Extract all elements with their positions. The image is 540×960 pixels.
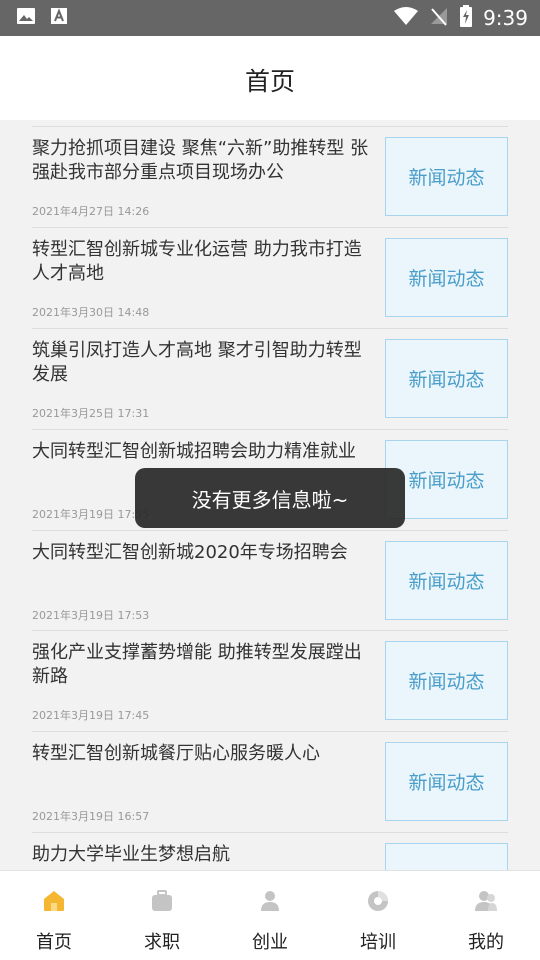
news-date: 2021年3月19日 17:45 (32, 709, 150, 722)
profile-icon (474, 889, 498, 913)
list-item[interactable]: 大同转型汇智创新城2020年专场招聘会 2021年3月19日 17:53 新闻动… (32, 530, 508, 631)
wifi-icon (393, 6, 419, 30)
news-title: 强化产业支撑蓄势增能 助推转型发展蹚出新路 (32, 642, 362, 687)
tab-training[interactable]: 培训 (324, 871, 432, 960)
list-item[interactable]: 强化产业支撑蓄势增能 助推转型发展蹚出新路 2021年3月19日 17:45 新… (32, 630, 508, 731)
bottom-tab-bar: 首页 求职 创业 培训 我的 (0, 870, 540, 960)
news-title: 助力大学毕业生梦想启航 (32, 844, 230, 865)
tab-jobs[interactable]: 求职 (108, 871, 216, 960)
page-title: 首页 (244, 67, 295, 96)
toast-message: 没有更多信息啦~ (135, 468, 405, 528)
home-icon (42, 889, 66, 913)
image-icon (16, 7, 36, 29)
news-thumbnail (385, 843, 508, 870)
status-bar: 9:39 (0, 0, 540, 36)
list-item[interactable]: 筑巢引凤打造人才高地 聚才引智助力转型发展 2021年3月25日 17:31 新… (32, 328, 508, 429)
news-date: 2021年3月30日 14:48 (32, 306, 150, 319)
person-icon (258, 889, 282, 913)
briefcase-icon (150, 889, 174, 913)
list-item[interactable]: 转型汇智创新城餐厅贴心服务暖人心 2021年3月19日 16:57 新闻动态 (32, 731, 508, 832)
news-title: 聚力抢抓项目建设 聚焦“六新”助推转型 张强赴我市部分重点项目现场办公 (32, 138, 369, 183)
news-thumbnail: 新闻动态 (385, 541, 508, 620)
news-date: 2021年3月19日 17:53 (32, 609, 150, 622)
news-thumbnail: 新闻动态 (385, 339, 508, 418)
news-title: 大同转型汇智创新城招聘会助力精准就业 (32, 441, 356, 462)
list-item[interactable]: 助力大学毕业生梦想启航 (32, 832, 508, 870)
font-icon (50, 7, 68, 29)
list-item[interactable]: 转型汇智创新城专业化运营 助力我市打造人才高地 2021年3月30日 14:48… (32, 227, 508, 328)
news-date: 2021年3月25日 17:31 (32, 407, 150, 420)
header: 首页 (0, 36, 540, 120)
news-date: 2021年4月27日 14:26 (32, 205, 150, 218)
signal-off-icon (429, 6, 449, 30)
training-icon (366, 889, 390, 913)
news-thumbnail: 新闻动态 (385, 641, 508, 720)
list-item[interactable]: 聚力抢抓项目建设 聚焦“六新”助推转型 张强赴我市部分重点项目现场办公 2021… (32, 126, 508, 227)
tab-label: 培训 (360, 932, 396, 953)
tab-home[interactable]: 首页 (0, 871, 108, 960)
news-thumbnail: 新闻动态 (385, 742, 508, 821)
news-title: 转型汇智创新城餐厅贴心服务暖人心 (32, 743, 320, 764)
news-thumbnail: 新闻动态 (385, 137, 508, 216)
tab-label: 首页 (36, 932, 72, 953)
news-title: 筑巢引凤打造人才高地 聚才引智助力转型发展 (32, 340, 362, 385)
battery-charging-icon (459, 5, 473, 31)
news-title: 大同转型汇智创新城2020年专场招聘会 (32, 542, 348, 563)
tab-profile[interactable]: 我的 (432, 871, 540, 960)
tab-startup[interactable]: 创业 (216, 871, 324, 960)
status-time: 9:39 (483, 6, 528, 30)
tab-label: 创业 (252, 932, 288, 953)
tab-label: 我的 (468, 932, 504, 953)
news-date: 2021年3月19日 16:57 (32, 810, 150, 823)
news-thumbnail: 新闻动态 (385, 238, 508, 317)
news-title: 转型汇智创新城专业化运营 助力我市打造人才高地 (32, 239, 362, 284)
news-date: 2021年3月19日 17:55 (32, 508, 150, 521)
tab-label: 求职 (144, 932, 180, 953)
